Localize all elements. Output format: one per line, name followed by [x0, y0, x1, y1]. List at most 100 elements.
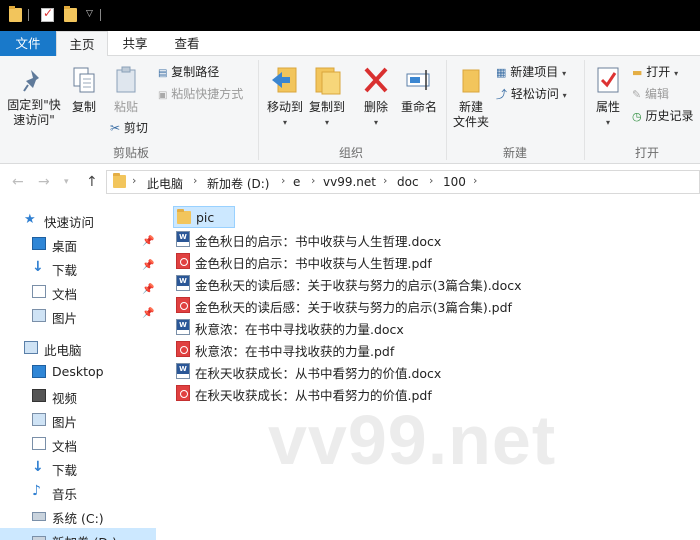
breadcrumb-doc[interactable]: doc	[397, 175, 419, 189]
pictures-icon	[32, 413, 46, 426]
nav-item-documents[interactable]: 文档 📌	[0, 280, 156, 304]
list-item[interactable]: 秋意浓：在书中寻找收获的力量.docx	[173, 316, 593, 338]
paste-button[interactable]: 粘贴	[108, 66, 144, 115]
breadcrumb-vv99[interactable]: vv99.net	[323, 175, 376, 189]
organize-group-label: 组织	[338, 146, 363, 160]
delete-label: 删除	[363, 100, 388, 114]
nav-item-this-pc[interactable]: 此电脑	[0, 336, 156, 360]
file-name: 金色秋日的启示：书中收获与人生哲理.docx	[195, 234, 442, 249]
properties-button[interactable]: 属性 ▾	[590, 64, 626, 130]
pin-to-quick-access-button[interactable]: 固定到"快 速访问"	[4, 68, 64, 128]
tab-view[interactable]: 查看	[164, 31, 210, 56]
move-to-button[interactable]: 移动到 ▾	[264, 64, 306, 130]
nav-item-drive-d[interactable]: 新加卷 (D:)	[0, 528, 156, 540]
move-to-icon	[272, 67, 297, 93]
copy-to-button[interactable]: 复制到 ▾	[306, 64, 348, 130]
file-name: 金色秋天的读后感：关于收获与努力的启示(3篇合集).pdf	[195, 300, 512, 315]
star-icon: ★	[24, 212, 36, 227]
nav-item-videos[interactable]: 视频	[0, 384, 156, 408]
new-folder-icon	[462, 69, 480, 93]
new-item-label: 新建项目	[510, 65, 559, 79]
breadcrumb-separator[interactable]: ›	[311, 174, 315, 187]
customize-dropdown-icon[interactable]: ▽	[86, 9, 93, 19]
new-folder-button[interactable]: 新建 文件夹	[452, 64, 490, 130]
rename-label: 重命名	[400, 100, 437, 114]
nav-item-desktop-pc[interactable]: Desktop	[0, 360, 156, 384]
breadcrumb-separator[interactable]: ›	[473, 174, 477, 187]
list-item[interactable]: 金色秋日的启示：书中收获与人生哲理.pdf	[173, 250, 593, 272]
computer-icon	[24, 341, 38, 354]
nav-item-downloads-pc[interactable]: ↓ 下载	[0, 456, 156, 480]
pdf-icon	[176, 297, 190, 313]
pin-icon[interactable]: 📌	[142, 260, 154, 271]
folder-icon[interactable]	[9, 6, 22, 22]
cut-button[interactable]: ✂ 剪切	[110, 119, 148, 137]
breadcrumb-separator[interactable]: ›	[132, 174, 136, 187]
address-bar[interactable]: › 此电脑 › 新加卷 (D:) › e › vv99.net › doc › …	[106, 170, 700, 194]
breadcrumb-this-pc[interactable]: 此电脑	[147, 175, 183, 192]
navigation-bar: ← → ▾ ↑ › 此电脑 › 新加卷 (D:) › e › vv99.net …	[0, 164, 700, 200]
pin-icon[interactable]: 📌	[142, 308, 154, 319]
nav-item-desktop[interactable]: 桌面 📌	[0, 232, 156, 256]
nav-item-quick-access[interactable]: ★ 快速访问	[0, 208, 156, 232]
open-button[interactable]: ▬ 打开 ▾	[632, 63, 678, 81]
documents-icon	[32, 285, 46, 298]
breadcrumb-drive-d[interactable]: 新加卷 (D:)	[207, 175, 269, 192]
pin-icon[interactable]: 📌	[142, 284, 154, 295]
delete-button[interactable]: 删除 ▾	[358, 64, 394, 130]
breadcrumb-separator[interactable]: ›	[383, 174, 387, 187]
breadcrumb-100[interactable]: 100	[443, 175, 466, 189]
nav-item-music[interactable]: ♪ 音乐	[0, 480, 156, 504]
nav-item-documents-pc[interactable]: 文档	[0, 432, 156, 456]
pin-icon[interactable]: 📌	[142, 236, 154, 247]
list-item[interactable]: 金色秋日的启示：书中收获与人生哲理.docx	[173, 228, 593, 250]
breadcrumb-separator[interactable]: ›	[429, 174, 433, 187]
list-item[interactable]: 在秋天收获成长：从书中看努力的价值.docx	[173, 360, 593, 382]
nav-item-downloads[interactable]: ↓ 下载 📌	[0, 256, 156, 280]
back-arrow-icon[interactable]: ←	[12, 174, 24, 190]
documents-icon	[32, 437, 46, 450]
desktop-icon	[32, 237, 46, 250]
desktop-icon	[32, 365, 46, 378]
properties-check-icon[interactable]	[41, 6, 54, 22]
list-item[interactable]: 秋意浓：在书中寻找收获的力量.pdf	[173, 338, 593, 360]
tab-file[interactable]: 文件	[0, 31, 56, 56]
paste-shortcut-button[interactable]: ▣ 粘贴快捷方式	[158, 85, 243, 103]
nav-item-pictures-pc[interactable]: 图片	[0, 408, 156, 432]
paste-shortcut-label: 粘贴快捷方式	[171, 87, 244, 101]
nav-item-pictures[interactable]: 图片 📌	[0, 304, 156, 328]
recent-dropdown-icon[interactable]: ▾	[64, 177, 69, 187]
title-bar: ▽	[0, 0, 700, 31]
move-to-label: 移动到	[266, 100, 303, 114]
new-folder-icon[interactable]	[64, 6, 77, 22]
list-item[interactable]: pic	[173, 206, 235, 228]
easy-access-icon: ⤴	[496, 88, 507, 101]
navigation-pane: ★ 快速访问 桌面 📌 ↓ 下载 📌 文档 📌 图片 📌 此电脑 Desktop…	[0, 200, 156, 540]
ribbon-tabs: 文件 主页 共享 查看	[0, 31, 700, 57]
file-name: 金色秋日的启示：书中收获与人生哲理.pdf	[195, 256, 432, 271]
tab-home[interactable]: 主页	[56, 31, 108, 57]
copy-path-button[interactable]: ▤ 复制路径	[158, 63, 219, 81]
nav-label: 桌面	[52, 239, 78, 254]
up-arrow-icon[interactable]: ↑	[86, 174, 98, 190]
edit-button[interactable]: ✎ 编辑	[632, 85, 669, 103]
breadcrumb-e[interactable]: e	[293, 175, 300, 189]
cut-label: 剪切	[123, 121, 148, 135]
nav-item-drive-c[interactable]: 系统 (C:)	[0, 504, 156, 528]
forward-arrow-icon[interactable]: →	[38, 174, 50, 190]
file-name: 秋意浓：在书中寻找收获的力量.pdf	[195, 344, 395, 359]
new-folder-label-line2: 文件夹	[452, 115, 489, 129]
new-item-button[interactable]: ▦ 新建项目 ▾	[496, 63, 566, 81]
separator	[258, 60, 259, 160]
scissors-icon: ✂	[110, 121, 121, 135]
copy-button[interactable]: 复制	[66, 66, 102, 115]
breadcrumb-separator[interactable]: ›	[193, 174, 197, 187]
history-button[interactable]: ◷ 历史记录	[632, 107, 693, 125]
list-item[interactable]: 金色秋天的读后感：关于收获与努力的启示(3篇合集).pdf	[173, 294, 693, 316]
breadcrumb-separator[interactable]: ›	[281, 174, 285, 187]
tab-share[interactable]: 共享	[112, 31, 158, 56]
rename-button[interactable]: 重命名	[398, 64, 440, 115]
file-name: pic	[196, 210, 215, 225]
list-item[interactable]: 金色秋天的读后感：关于收获与努力的启示(3篇合集).docx	[173, 272, 693, 294]
easy-access-button[interactable]: ⤴ 轻松访问 ▾	[496, 85, 567, 103]
